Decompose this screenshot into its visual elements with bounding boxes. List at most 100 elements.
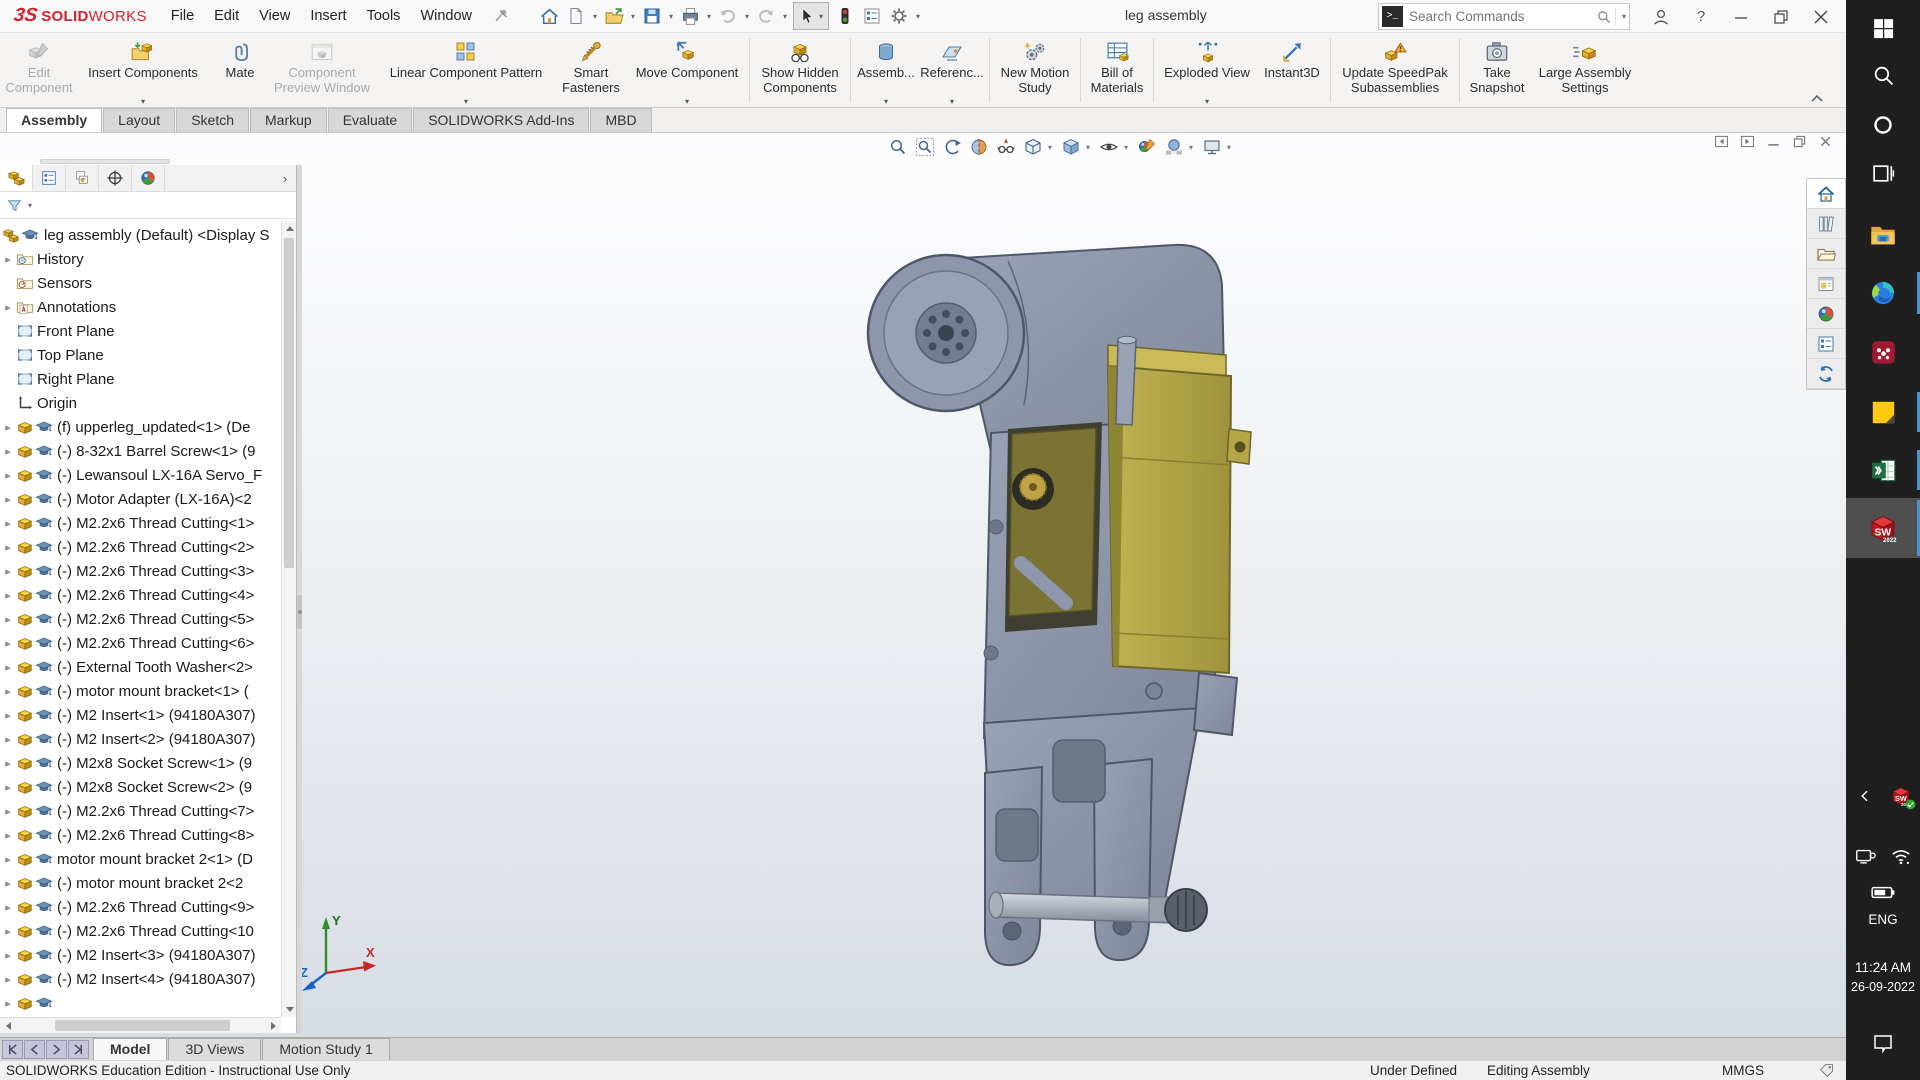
tab-markup[interactable]: Markup	[250, 108, 327, 132]
options-button[interactable]	[886, 3, 912, 29]
print-button[interactable]	[677, 3, 703, 29]
taskpane-file-explorer-tab[interactable]	[1807, 239, 1845, 269]
displaymanager-tab[interactable]	[132, 165, 165, 191]
filter-caret-icon[interactable]: ▾	[25, 201, 35, 210]
filter-icon[interactable]	[6, 197, 23, 214]
expand-caret-icon[interactable]: ▸	[0, 517, 16, 530]
exploded-view-caret-icon[interactable]: ▾	[1205, 97, 1209, 106]
expand-caret-icon[interactable]: ▸	[0, 421, 16, 434]
redo-button[interactable]	[753, 3, 779, 29]
tree-item[interactable]: ▸ Top Plane	[0, 343, 281, 367]
open-dropdown-caret-icon[interactable]: ▾	[628, 12, 638, 21]
tree-item[interactable]: ▸ (-) External Tooth Washer<2>	[0, 655, 281, 679]
menu-file[interactable]: File	[161, 0, 204, 32]
home-button[interactable]	[536, 3, 562, 29]
tab-motion-study-1[interactable]: Motion Study 1	[262, 1038, 389, 1060]
cast-display-tray-icon[interactable]	[1848, 842, 1882, 870]
tab-layout[interactable]: Layout	[103, 108, 175, 132]
tree-item[interactable]: ▸ (-) M2x8 Socket Screw<2> (9	[0, 775, 281, 799]
tab-assembly[interactable]: Assembly	[6, 108, 102, 132]
tree-item[interactable]: ▸ (f) upperleg_updated<1> (De	[0, 415, 281, 439]
configurationmanager-tab[interactable]	[66, 165, 99, 191]
expand-caret-icon[interactable]: ▸	[0, 565, 16, 578]
show-hidden-components-button[interactable]: Show HiddenComponents	[753, 33, 847, 107]
wifi-tray-icon[interactable]	[1884, 842, 1918, 870]
tree-item[interactable]: ▸ (-) 8-32x1 Barrel Screw<1> (9	[0, 439, 281, 463]
expand-caret-icon[interactable]: ▸	[0, 493, 16, 506]
featuremanager-tab[interactable]	[0, 165, 33, 191]
tree-horizontal-scrollbar[interactable]	[0, 1017, 281, 1033]
tree-item[interactable]: ▸ History	[0, 247, 281, 271]
expand-caret-icon[interactable]: ▸	[0, 877, 16, 890]
smart-fasteners-button[interactable]: SmartFasteners	[554, 33, 628, 107]
last-tab-button[interactable]	[68, 1040, 89, 1059]
tab-model[interactable]: Model	[93, 1038, 167, 1060]
assembly-3d-model[interactable]	[296, 133, 1846, 1037]
edit-component-button[interactable]: EditComponent	[6, 33, 72, 107]
tab-3d-views[interactable]: 3D Views	[168, 1038, 261, 1060]
menu-insert[interactable]: Insert	[300, 0, 356, 32]
new-dropdown-caret-icon[interactable]: ▾	[590, 12, 600, 21]
expand-caret-icon[interactable]: ▸	[0, 997, 16, 1010]
tree-item[interactable]: ▸ (-) motor mount bracket<1> (	[0, 679, 281, 703]
tree-item[interactable]: ▸ (-) M2.2x6 Thread Cutting<2>	[0, 535, 281, 559]
battery-tray-icon[interactable]	[1846, 878, 1920, 906]
tree-item[interactable]: ▸ (-) Lewansoul LX-16A Servo_F	[0, 463, 281, 487]
redo-dropdown-caret-icon[interactable]: ▾	[780, 12, 790, 21]
taskpane-appearances-tab[interactable]	[1807, 299, 1845, 329]
tag-icon[interactable]	[1818, 1062, 1835, 1079]
large-assembly-settings-button[interactable]: Large AssemblySettings	[1531, 33, 1639, 107]
rebuild-button[interactable]	[832, 3, 858, 29]
expand-caret-icon[interactable]: ▸	[0, 469, 16, 482]
tree-item[interactable]: ▸ (-) M2.2x6 Thread Cutting<1>	[0, 511, 281, 535]
tree-item[interactable]: ▸ (-) M2x8 Socket Screw<1> (9	[0, 751, 281, 775]
expand-caret-icon[interactable]: ▸	[0, 709, 16, 722]
units-caret-icon[interactable]	[1788, 1068, 1796, 1080]
horizontal-scroll-thumb[interactable]	[55, 1020, 230, 1031]
tab-sketch[interactable]: Sketch	[176, 108, 249, 132]
search-dropdown-caret-icon[interactable]: ▾	[1619, 12, 1629, 21]
propertymanager-tab[interactable]	[33, 165, 66, 191]
excel-button[interactable]	[1846, 448, 1920, 492]
previous-tab-button[interactable]	[24, 1040, 45, 1059]
tree-item[interactable]: ▸ (-) M2.2x6 Thread Cutting<5>	[0, 607, 281, 631]
print-dropdown-caret-icon[interactable]: ▾	[704, 12, 714, 21]
minimize-button[interactable]	[1728, 4, 1754, 30]
expand-caret-icon[interactable]: ▸	[0, 733, 16, 746]
take-snapshot-button[interactable]: TakeSnapshot	[1463, 33, 1531, 107]
assembly-features-button[interactable]: Assemb... ▾	[854, 33, 918, 107]
next-tab-button[interactable]	[46, 1040, 67, 1059]
menu-view[interactable]: View	[249, 0, 300, 32]
task-view-button[interactable]	[1846, 153, 1920, 193]
tree-item[interactable]: ▸ Sensors	[0, 271, 281, 295]
edge-button[interactable]	[1846, 270, 1920, 316]
search-icon[interactable]	[1596, 9, 1612, 25]
tree-item[interactable]: ▸ (-) M2.2x6 Thread Cutting<9>	[0, 895, 281, 919]
search-commands-box[interactable]: >_ ▾	[1378, 3, 1630, 30]
expand-caret-icon[interactable]: ▸	[0, 757, 16, 770]
reference-geometry-caret-icon[interactable]: ▾	[950, 97, 954, 106]
maximize-button[interactable]	[1768, 4, 1794, 30]
instant3d-button[interactable]: Instant3D	[1257, 33, 1327, 107]
expand-caret-icon[interactable]: ▸	[0, 589, 16, 602]
taskpane-custom-properties-tab[interactable]	[1807, 329, 1845, 359]
insert-components-button[interactable]: Insert Components ▾	[72, 33, 214, 107]
exploded-view-button[interactable]: Exploded View ▾	[1157, 33, 1257, 107]
save-dropdown-caret-icon[interactable]: ▾	[666, 12, 676, 21]
dimxpertmanager-tab[interactable]	[99, 165, 132, 191]
linear-pattern-caret-icon[interactable]: ▾	[464, 97, 468, 106]
ribbon-collapse-chevron-icon[interactable]	[1810, 93, 1824, 103]
panel-grip[interactable]	[40, 159, 170, 164]
tab-mbd[interactable]: MBD	[590, 108, 651, 132]
tree-root-item[interactable]: leg assembly (Default) <Display S	[0, 223, 281, 247]
expand-caret-icon[interactable]: ▸	[0, 829, 16, 842]
account-icon[interactable]	[1648, 4, 1674, 30]
tree-vertical-scrollbar[interactable]	[281, 221, 296, 1017]
search-commands-input[interactable]	[1403, 9, 1596, 24]
vertical-scroll-thumb[interactable]	[284, 238, 294, 568]
notification-center-button[interactable]	[1846, 1026, 1920, 1060]
unit-system-selector[interactable]: MMGS	[1722, 1063, 1764, 1078]
tree-item[interactable]: ▸ (-) Motor Adapter (LX-16A)<2	[0, 487, 281, 511]
file-properties-button[interactable]	[859, 3, 885, 29]
taskpane-view-palette-tab[interactable]	[1807, 269, 1845, 299]
